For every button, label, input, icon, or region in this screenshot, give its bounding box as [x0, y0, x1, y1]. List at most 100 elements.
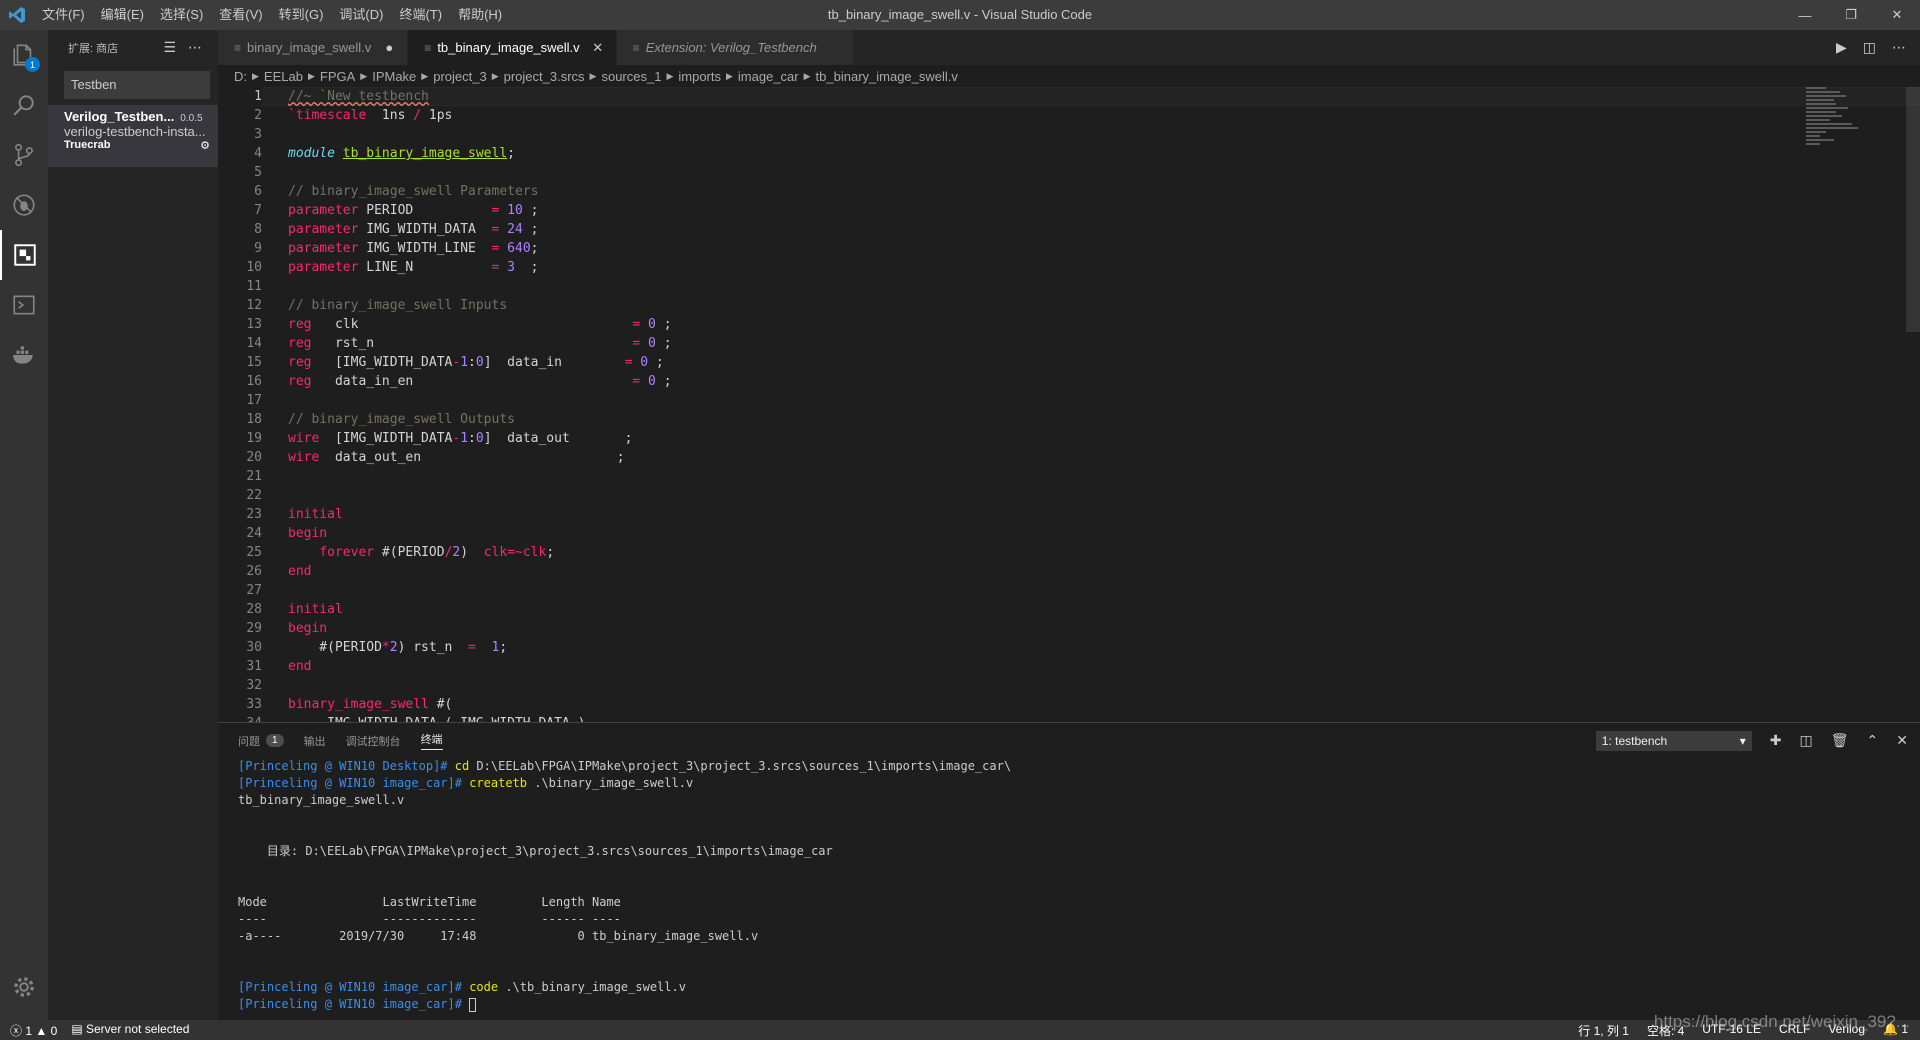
line-code: begin — [262, 524, 327, 543]
code-line: 8 parameter IMG_WIDTH_DATA = 24 ; — [218, 220, 1920, 239]
breadcrumb-item[interactable]: tb_binary_image_swell.v — [816, 69, 958, 84]
restore-button[interactable]: ❐ — [1828, 0, 1874, 30]
code-line: 21 — [218, 467, 1920, 486]
close-window-button[interactable]: ✕ — [1874, 0, 1920, 30]
breadcrumb-item[interactable]: sources_1 — [601, 69, 661, 84]
menu-debug[interactable]: 调试(D) — [331, 0, 391, 30]
more-actions-icon[interactable]: ⋯ — [188, 39, 202, 56]
code-token: [IMG_WIDTH_DATA — [319, 431, 453, 446]
extensions-sidebar: 扩展: 商店 ☰ ⋯ Testben Verilog_Testben... 0.0… — [48, 30, 218, 1020]
code-token: PERIOD — [358, 203, 492, 218]
kill-terminal-icon[interactable]: 🗑 — [1831, 732, 1849, 749]
activity-remote[interactable] — [0, 280, 48, 330]
minimize-button[interactable]: — — [1782, 0, 1828, 30]
tab-binary-image-swell[interactable]: ≡ binary_image_swell.v ● — [218, 30, 409, 65]
menu-file[interactable]: 文件(F) — [34, 0, 93, 30]
editor-scrollbar[interactable] — [1906, 87, 1920, 332]
code-line: 28 initial — [218, 600, 1920, 619]
notifications[interactable]: 🔔 1 — [1883, 1022, 1908, 1039]
cursor-position[interactable]: 行 1, 列 1 — [1578, 1022, 1629, 1039]
tab-tb-binary-image-swell[interactable]: ≡ tb_binary_image_swell.v ✕ — [408, 30, 617, 65]
tab-extension-preview[interactable]: ≡ Extension: Verilog_Testbench — [616, 30, 854, 65]
server-status[interactable]: ▤ Server not selected — [71, 1022, 189, 1039]
breadcrumb-item[interactable]: EELab — [264, 69, 303, 84]
breadcrumb-item[interactable]: D: — [234, 69, 247, 84]
line-ending[interactable]: CRLF — [1779, 1022, 1810, 1039]
debug-icon — [13, 194, 35, 216]
code-line: 30 #(PERIOD*2) rst_n = 1; — [218, 638, 1920, 657]
menu-view[interactable]: 查看(V) — [211, 0, 270, 30]
code-token: forever — [319, 545, 375, 560]
new-terminal-icon[interactable]: ✚ — [1770, 732, 1782, 749]
breadcrumb-item[interactable]: imports — [678, 69, 721, 84]
code-token: data_out_en ; — [319, 450, 625, 465]
activity-docker[interactable] — [0, 330, 48, 380]
close-panel-icon[interactable]: ✕ — [1896, 732, 1908, 749]
line-code: begin — [262, 619, 327, 638]
line-number: 21 — [246, 469, 262, 484]
problems-status[interactable]: ⓧ 1 ▲ 0 — [10, 1022, 57, 1039]
code-line: 4 module tb_binary_image_swell; — [218, 144, 1920, 163]
tab-output[interactable]: 输出 — [304, 733, 326, 749]
chevron-right-icon: ▶ — [307, 70, 315, 81]
menu-terminal[interactable]: 终端(T) — [391, 0, 450, 30]
activity-search[interactable] — [0, 80, 48, 130]
run-icon[interactable]: ▶ — [1836, 39, 1847, 56]
chevron-right-icon: ▶ — [421, 70, 429, 81]
split-editor-icon[interactable]: ◫ — [1863, 39, 1876, 56]
extension-item[interactable]: Verilog_Testben... 0.0.5 verilog-testbenc… — [48, 105, 218, 167]
tab-problems[interactable]: 问题 1 — [238, 733, 284, 749]
terminal-select[interactable]: 1: testbench ▾ — [1595, 730, 1752, 751]
line-code: #(PERIOD*2) rst_n = 1; — [262, 638, 507, 657]
terminal-args: .\tb_binary_image_swell.v — [498, 980, 686, 994]
tab-debug-console[interactable]: 调试控制台 — [346, 733, 401, 749]
code-token: ; — [499, 640, 508, 655]
more-actions-icon[interactable]: ⋯ — [1892, 39, 1906, 56]
activity-manage[interactable] — [0, 962, 48, 1012]
close-icon[interactable]: ✕ — [590, 40, 606, 56]
line-number: 2 — [254, 108, 262, 123]
code-token: rst_n — [311, 336, 633, 351]
activity-source-control[interactable] — [0, 130, 48, 180]
breadcrumb-item[interactable]: project_3 — [433, 69, 486, 84]
activity-extensions[interactable] — [0, 230, 48, 280]
encoding[interactable]: UTF-16 LE — [1702, 1022, 1761, 1039]
extension-search-input[interactable]: Testben — [64, 71, 210, 99]
minimap[interactable] — [1806, 87, 1876, 207]
code-token: initial — [288, 602, 343, 617]
breadcrumb-item[interactable]: IPMake — [372, 69, 416, 84]
indentation[interactable]: 空格: 4 — [1647, 1022, 1684, 1039]
code-token: wire — [288, 431, 320, 446]
menu-help[interactable]: 帮助(H) — [450, 0, 510, 30]
line-code: reg rst_n = 0 ; — [262, 334, 672, 353]
clear-extensions-icon[interactable]: ☰ — [163, 39, 176, 56]
code-token: reg — [288, 317, 312, 332]
code-token: ; — [507, 146, 515, 161]
menu-selection[interactable]: 选择(S) — [152, 0, 211, 30]
terminal-output[interactable]: [Princeling @ WIN10 Desktop]# cd D:\EELa… — [218, 758, 1920, 1013]
extension-gear-icon[interactable]: ⚙ — [200, 139, 210, 152]
breadcrumb-item[interactable]: project_3.srcs — [504, 69, 585, 84]
maximize-panel-icon[interactable]: ⌃ — [1867, 732, 1879, 749]
code-editor[interactable]: 1//~ `New testbench 2 `timescale 1ns / 1ps… — [218, 87, 1920, 722]
code-line: 5 — [218, 163, 1920, 182]
activity-debug[interactable] — [0, 180, 48, 230]
tab-label: 问题 — [238, 735, 260, 748]
breadcrumb-item[interactable]: image_car — [738, 69, 799, 84]
language-mode[interactable]: Verilog — [1828, 1022, 1865, 1039]
modified-dot-icon[interactable]: ● — [381, 40, 397, 55]
breadcrumb-item[interactable]: FPGA — [320, 69, 355, 84]
warning-count: 0 — [50, 1023, 58, 1038]
activity-explorer[interactable]: 1 — [0, 30, 48, 80]
code-token: end — [288, 659, 312, 674]
server-icon: ▤ — [71, 1021, 83, 1036]
menu-go[interactable]: 转到(G) — [271, 0, 332, 30]
split-terminal-icon[interactable]: ◫ — [1800, 732, 1813, 749]
code-line: 14 reg rst_n = 0 ; — [218, 334, 1920, 353]
sidebar-title: 扩展: 商店 — [68, 42, 119, 55]
tab-terminal[interactable]: 终端 — [420, 731, 443, 750]
menu-edit[interactable]: 编辑(E) — [93, 0, 152, 30]
line-number: 13 — [246, 317, 262, 332]
